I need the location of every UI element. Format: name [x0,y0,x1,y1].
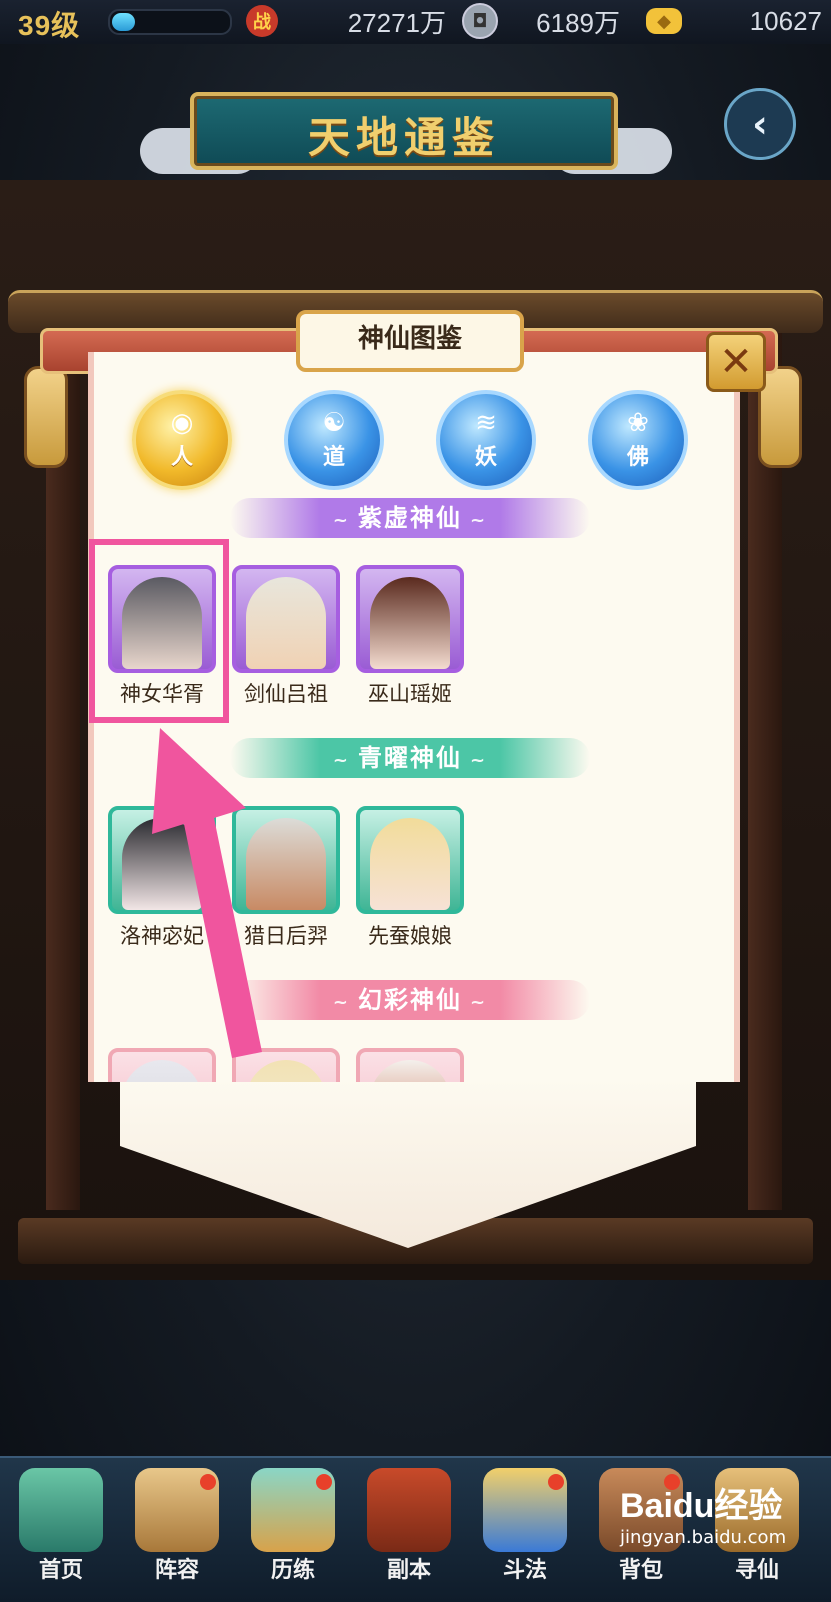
watermark-url: jingyan.baidu.com [620,1527,787,1548]
notification-dot [200,1474,216,1490]
watermark-brand: Baidu经验 [620,1487,783,1525]
notification-dot [316,1474,332,1490]
home-icon [19,1468,103,1552]
nav-item-battle[interactable]: 斗法 [470,1462,580,1600]
dungeon-icon [367,1468,451,1552]
nav-item-training[interactable]: 历练 [238,1462,348,1600]
nav-label: 斗法 [502,1558,547,1583]
baidu-watermark: Baidu经验 jingyan.baidu.com [620,1478,820,1558]
nav-label: 阵容 [154,1558,199,1583]
notification-dot [548,1474,564,1490]
nav-label: 首页 [38,1558,83,1583]
nav-item-dungeon[interactable]: 副本 [354,1462,464,1600]
pointer-arrow-icon [152,728,262,1058]
nav-item-home[interactable]: 首页 [6,1462,116,1600]
nav-label: 历练 [270,1558,315,1583]
nav-label: 副本 [386,1558,431,1583]
nav-item-lineup[interactable]: 阵容 [122,1462,232,1600]
